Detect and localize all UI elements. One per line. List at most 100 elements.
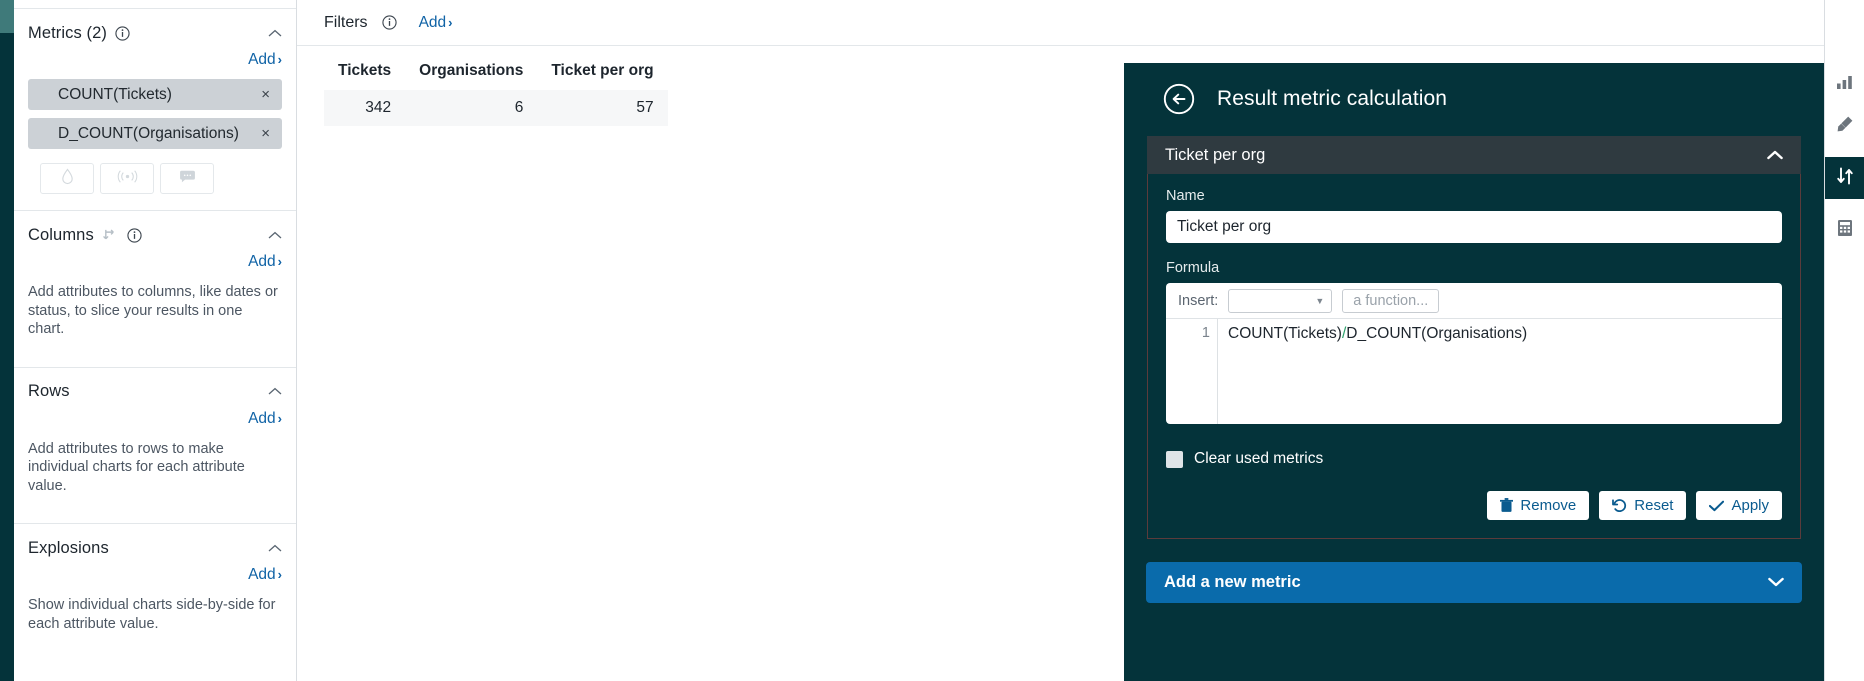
calculator-icon-button[interactable] <box>1825 209 1864 251</box>
metric-action-buttons: Remove Reset Apply <box>1166 491 1782 520</box>
metric-chip[interactable]: COUNT(Tickets) × <box>28 79 282 110</box>
clear-used-metrics-row[interactable]: Clear used metrics <box>1166 450 1782 468</box>
metric-chip-label: COUNT(Tickets) <box>58 86 261 104</box>
apply-button[interactable]: Apply <box>1696 491 1782 520</box>
panel-header: Result metric calculation <box>1146 63 1802 135</box>
chevron-right-icon: › <box>278 254 282 269</box>
remove-button-label: Remove <box>1520 497 1576 514</box>
close-icon[interactable]: × <box>261 86 270 103</box>
rows-section-header: Rows <box>28 368 282 408</box>
chevron-right-icon: › <box>278 52 282 67</box>
metric-chip[interactable]: D_COUNT(Organisations) × <box>28 118 282 149</box>
trash-icon <box>1500 498 1513 513</box>
chevron-right-icon: › <box>448 15 452 30</box>
sort-icon <box>1836 167 1854 190</box>
apply-button-label: Apply <box>1731 497 1769 514</box>
bar-chart-icon <box>1836 74 1854 95</box>
add-new-metric-bar[interactable]: Add a new metric <box>1146 562 1802 603</box>
formula-right-operand: D_COUNT(Organisations) <box>1346 325 1527 342</box>
info-icon[interactable] <box>382 15 397 30</box>
table-cell: 57 <box>537 90 667 126</box>
line-number-gutter: 1 <box>1166 319 1218 424</box>
paintbrush-icon-button[interactable] <box>1825 105 1864 147</box>
sidebar-section-metrics: Metrics (2) Add› COUNT(Tickets) × D_COUN… <box>14 9 296 211</box>
panel-title: Result metric calculation <box>1217 87 1447 111</box>
bar-chart-icon-button[interactable] <box>1825 63 1864 105</box>
info-icon[interactable] <box>127 228 142 243</box>
signal-icon-button[interactable] <box>100 163 154 194</box>
metrics-title: Metrics (2) <box>28 24 107 43</box>
right-icon-rail <box>1824 0 1864 681</box>
sidebar-clipped-row <box>14 0 296 9</box>
table-header-row: Tickets Organisations Ticket per org <box>324 56 668 90</box>
columns-add-link[interactable]: Add› <box>28 251 282 281</box>
formula-code-area[interactable]: 1 COUNT(Tickets)/D_COUNT(Organisations) <box>1166 319 1782 424</box>
rows-hint: Add attributes to rows to make individua… <box>28 438 282 524</box>
sidebar-section-columns: Columns Add› Add attributes to columns, … <box>14 211 296 368</box>
metric-name-input[interactable] <box>1166 211 1782 243</box>
signal-icon <box>117 170 138 188</box>
remove-button[interactable]: Remove <box>1487 491 1589 520</box>
table-cell: 342 <box>324 90 405 126</box>
close-icon[interactable]: × <box>261 125 270 142</box>
table-header-cell: Ticket per org <box>537 56 667 90</box>
explosions-title: Explosions <box>28 539 109 558</box>
table-header-cell: Tickets <box>324 56 405 90</box>
formula-code-line: COUNT(Tickets)/D_COUNT(Organisations) <box>1218 319 1782 424</box>
calculator-icon <box>1837 219 1853 242</box>
reset-button-label: Reset <box>1634 497 1673 514</box>
reset-button[interactable]: Reset <box>1599 491 1686 520</box>
formula-editor: Insert: ▼ a function... 1 COUNT(Tickets)… <box>1166 283 1782 424</box>
result-metric-panel: Result metric calculation Ticket per org… <box>1124 63 1824 681</box>
app-root: Metrics (2) Add› COUNT(Tickets) × D_COUN… <box>0 0 1864 681</box>
formula-left-operand: COUNT(Tickets) <box>1228 325 1342 342</box>
insert-function-input[interactable]: a function... <box>1342 289 1439 313</box>
droplet-icon-button[interactable] <box>40 163 94 194</box>
chevron-up-icon[interactable] <box>268 544 282 553</box>
columns-add-label: Add <box>248 253 276 270</box>
chevron-down-icon <box>1768 573 1784 592</box>
metric-chip-label: D_COUNT(Organisations) <box>58 125 261 143</box>
explosions-section-header: Explosions <box>28 524 282 564</box>
formula-insert-bar: Insert: ▼ a function... <box>1166 283 1782 319</box>
droplet-icon <box>60 168 75 190</box>
filters-add-link[interactable]: Add› <box>419 14 453 32</box>
table-row: 342 6 57 <box>324 90 668 126</box>
config-sidebar: Metrics (2) Add› COUNT(Tickets) × D_COUN… <box>14 0 297 681</box>
insert-label: Insert: <box>1178 293 1218 309</box>
comment-icon <box>179 170 196 188</box>
table-header-cell: Organisations <box>405 56 537 90</box>
insert-function-placeholder: a function... <box>1353 293 1428 309</box>
explosions-add-link[interactable]: Add› <box>28 564 282 594</box>
name-field-label: Name <box>1166 188 1782 204</box>
left-edge-rail <box>0 0 14 681</box>
clear-used-metrics-checkbox[interactable] <box>1166 451 1183 468</box>
metrics-section-header: Metrics (2) <box>28 9 282 49</box>
undo-icon <box>1612 499 1627 512</box>
columns-title: Columns <box>28 226 94 245</box>
filters-add-label: Add <box>419 14 447 31</box>
check-icon <box>1709 500 1724 512</box>
table-cell: 6 <box>405 90 537 126</box>
metric-card-title: Ticket per org <box>1165 146 1265 165</box>
results-table: Tickets Organisations Ticket per org 342… <box>324 56 668 126</box>
chevron-up-icon[interactable] <box>268 387 282 396</box>
info-icon[interactable] <box>115 26 130 41</box>
chevron-right-icon: › <box>278 411 282 426</box>
rows-add-label: Add <box>248 410 276 427</box>
rows-title: Rows <box>28 382 70 401</box>
chevron-up-icon[interactable] <box>268 231 282 240</box>
comment-icon-button[interactable] <box>160 163 214 194</box>
metric-card: Ticket per org Name Formula Insert: ▼ <box>1146 135 1802 540</box>
sort-icon-button[interactable] <box>1825 157 1864 199</box>
rows-add-link[interactable]: Add› <box>28 408 282 438</box>
metric-card-header[interactable]: Ticket per org <box>1147 136 1801 174</box>
sidebar-section-explosions: Explosions Add› Show individual charts s… <box>14 524 296 667</box>
left-rail-body-segment <box>0 33 14 681</box>
chevron-up-icon[interactable] <box>1767 146 1783 165</box>
chevron-up-icon[interactable] <box>268 29 282 38</box>
back-arrow-icon[interactable] <box>1163 83 1195 115</box>
insert-metric-select[interactable]: ▼ <box>1228 289 1332 313</box>
swap-axis-icon[interactable] <box>102 228 119 243</box>
metrics-add-link[interactable]: Add› <box>28 49 282 79</box>
